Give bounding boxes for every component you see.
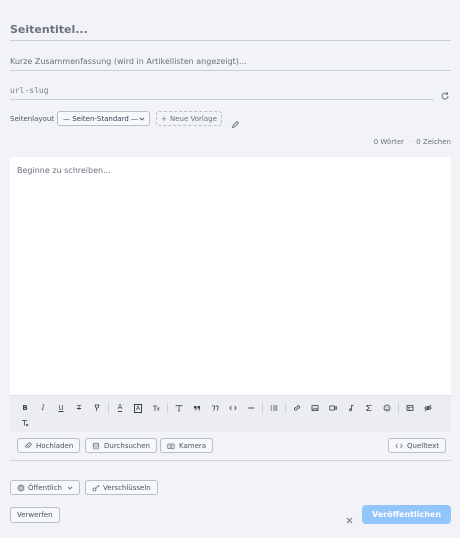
source-button[interactable]: Quelltext bbox=[388, 438, 446, 453]
horizontal-rule-icon bbox=[248, 407, 254, 409]
toolbar-separator bbox=[262, 403, 263, 413]
table-button[interactable] bbox=[401, 400, 419, 416]
new-template-button[interactable]: + Neue Vorlage bbox=[156, 111, 222, 126]
bullet-list-button[interactable] bbox=[265, 400, 283, 416]
code-icon bbox=[395, 443, 403, 448]
slug-input[interactable] bbox=[10, 82, 434, 100]
key-icon bbox=[92, 484, 100, 491]
heading-button[interactable] bbox=[170, 400, 188, 416]
strikethrough-button[interactable]: T bbox=[70, 400, 88, 416]
summary-input[interactable] bbox=[10, 53, 451, 71]
font-size-button[interactable] bbox=[147, 400, 165, 416]
editor-placeholder: Beginne zu schreiben... bbox=[17, 166, 111, 175]
layout-select-value: — Seiten-Standard — bbox=[63, 114, 139, 123]
blockquote-icon bbox=[212, 405, 219, 411]
camera-icon bbox=[167, 443, 175, 449]
table-icon bbox=[406, 405, 414, 411]
attachment-bar: Hochladen Durchsuchen Kamera Quelltext bbox=[10, 432, 451, 461]
title-input[interactable] bbox=[10, 18, 451, 41]
pencil-icon[interactable] bbox=[231, 114, 240, 129]
emoji-icon bbox=[383, 404, 391, 412]
visibility-select[interactable]: Öffentlich bbox=[10, 480, 80, 495]
image-button[interactable] bbox=[306, 400, 324, 416]
browse-label: Durchsuchen bbox=[104, 441, 150, 450]
discard-label: Verwerfen bbox=[17, 511, 53, 519]
publish-label: Veröffentlichen bbox=[371, 510, 442, 519]
highlight-icon bbox=[94, 404, 100, 411]
list-icon bbox=[270, 405, 278, 411]
toolbar-separator bbox=[167, 403, 168, 413]
hidden-content-button[interactable] bbox=[419, 400, 437, 416]
discard-button[interactable]: Verwerfen bbox=[10, 507, 60, 523]
quote-icon bbox=[194, 406, 201, 411]
encrypt-button[interactable]: Verschlüsseln bbox=[85, 480, 158, 495]
highlight-button[interactable] bbox=[88, 400, 106, 416]
new-template-label: Neue Vorlage bbox=[169, 114, 217, 123]
globe-icon bbox=[17, 484, 25, 491]
word-count-chars: 0 Zeichen bbox=[416, 138, 451, 146]
encrypt-label: Verschlüsseln bbox=[103, 483, 151, 492]
video-icon bbox=[329, 405, 337, 411]
code-icon bbox=[229, 405, 237, 411]
publish-button[interactable]: Veröffentlichen bbox=[362, 505, 451, 524]
underline-button[interactable]: U bbox=[52, 400, 70, 416]
link-button[interactable] bbox=[288, 400, 306, 416]
close-icon[interactable] bbox=[345, 510, 354, 524]
horizontal-rule-button[interactable] bbox=[242, 400, 260, 416]
refresh-icon[interactable] bbox=[440, 86, 450, 100]
bold-button[interactable]: B bbox=[16, 400, 34, 416]
camera-button[interactable]: Kamera bbox=[160, 438, 214, 453]
bg-color-button[interactable]: A bbox=[129, 400, 147, 416]
visibility-value: Öffentlich bbox=[28, 483, 62, 492]
clear-format-button[interactable] bbox=[16, 415, 34, 431]
link-icon bbox=[294, 405, 300, 411]
audio-button[interactable] bbox=[342, 400, 360, 416]
music-icon bbox=[349, 404, 354, 412]
chevron-down-icon bbox=[139, 116, 145, 122]
italic-button[interactable]: I bbox=[34, 400, 52, 416]
heading-icon bbox=[175, 405, 183, 412]
layout-label: Seitenlayout bbox=[10, 115, 55, 123]
browse-button[interactable]: Durchsuchen bbox=[85, 438, 157, 453]
code-button[interactable] bbox=[224, 400, 242, 416]
word-count-words: 0 Wörter bbox=[373, 138, 404, 146]
blockquote-button[interactable] bbox=[206, 400, 224, 416]
layout-select[interactable]: — Seiten-Standard — bbox=[57, 111, 150, 126]
font-size-icon bbox=[153, 405, 160, 411]
editor-area[interactable]: Beginne zu schreiben... bbox=[10, 157, 451, 395]
clear-format-icon bbox=[22, 420, 29, 427]
sigma-icon bbox=[365, 405, 372, 411]
plus-icon: + bbox=[161, 114, 167, 123]
math-button[interactable] bbox=[360, 400, 378, 416]
formatting-toolbar: B I U T A A bbox=[10, 395, 451, 433]
text-color-button[interactable]: A bbox=[111, 400, 129, 416]
toolbar-separator bbox=[108, 403, 109, 413]
database-icon bbox=[92, 442, 100, 449]
word-count: 0 Wörter · 0 Zeichen bbox=[374, 138, 451, 146]
source-label: Quelltext bbox=[407, 441, 439, 450]
count-separator: · bbox=[409, 138, 412, 146]
emoji-button[interactable] bbox=[378, 400, 396, 416]
image-icon bbox=[311, 405, 319, 411]
eye-off-icon bbox=[424, 404, 432, 412]
upload-label: Hochladen bbox=[36, 441, 74, 450]
toolbar-separator bbox=[398, 403, 399, 413]
video-button[interactable] bbox=[324, 400, 342, 416]
paperclip-icon bbox=[25, 441, 32, 448]
camera-label: Kamera bbox=[179, 441, 207, 450]
toolbar-separator bbox=[285, 403, 286, 413]
quote-button[interactable] bbox=[188, 400, 206, 416]
chevron-down-icon bbox=[67, 486, 73, 490]
upload-button[interactable]: Hochladen bbox=[17, 438, 81, 453]
